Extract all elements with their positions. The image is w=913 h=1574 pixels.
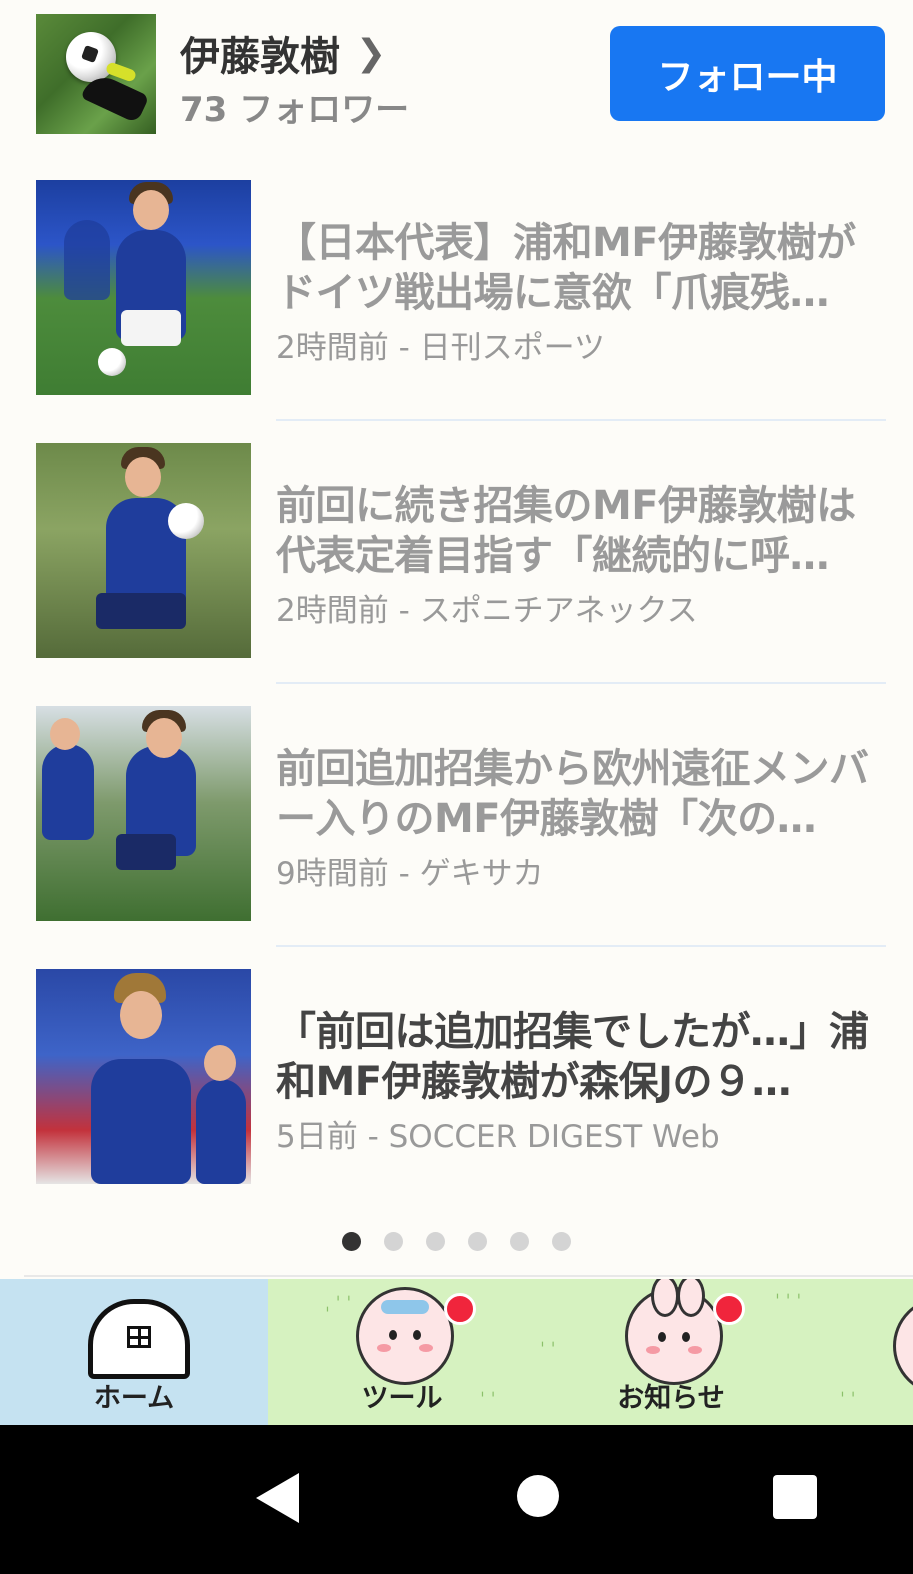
page-dot[interactable] <box>552 1232 571 1251</box>
article-text: 【日本代表】浦和MF伊藤敦樹がドイツ戦出場に意欲「爪痕残… 2時間前 - 日刊ス… <box>276 218 886 367</box>
follower-count: 73 フォロワー <box>180 90 410 130</box>
back-icon[interactable] <box>256 1473 299 1523</box>
notification-badge <box>713 1293 745 1325</box>
topic-name: 伊藤敦樹 <box>180 34 340 80</box>
blush <box>419 1344 433 1352</box>
recent-apps-icon[interactable] <box>773 1475 817 1519</box>
divider <box>276 945 886 947</box>
tab-news-label: お知らせ <box>617 1383 725 1414</box>
blush <box>688 1346 702 1354</box>
player-figure <box>91 1059 191 1184</box>
notification-badge <box>444 1293 476 1325</box>
article-headline: 前回追加招集から欧州遠征メンバー入りのMF伊藤敦樹「次の… <box>276 746 869 842</box>
article-meta: 2時間前 - 日刊スポーツ <box>276 330 605 366</box>
article-thumbnail <box>36 443 251 658</box>
article-meta: 5日前 - SOCCER DIGEST Web <box>276 1119 720 1155</box>
article-thumbnail <box>36 969 251 1184</box>
article-headline: 前回に続き招集のMF伊藤敦樹は代表定着目指す「継続的に呼… <box>276 483 856 579</box>
article-text: 前回に続き招集のMF伊藤敦樹は代表定着目指す「継続的に呼… 2時間前 - スポニ… <box>276 481 886 630</box>
player-head <box>146 718 182 758</box>
player-figure <box>196 1079 246 1184</box>
divider <box>24 1275 913 1277</box>
article-thumbnail <box>36 180 251 395</box>
player-head <box>50 718 80 750</box>
page-dot[interactable] <box>468 1232 487 1251</box>
player-head <box>133 190 169 230</box>
ball-image <box>168 503 204 539</box>
window-icon <box>127 1326 151 1348</box>
soccer-ball-image <box>66 32 116 82</box>
article-headline: 【日本代表】浦和MF伊藤敦樹がドイツ戦出場に意欲「爪痕残… <box>276 220 856 316</box>
tab-news[interactable]: お知らせ <box>537 1279 805 1425</box>
player-head <box>125 457 161 497</box>
cat-character-icon <box>356 1287 454 1385</box>
page-dot[interactable] <box>342 1232 361 1251</box>
player-head <box>120 991 162 1039</box>
player-figure <box>42 744 94 840</box>
blush <box>646 1346 660 1354</box>
article-item[interactable]: 「前回は追加招集でしたが…」浦和MF伊藤敦樹が森保Jの９… 5日前 - SOCC… <box>0 969 913 1232</box>
article-meta: 2時間前 - スポニチアネックス <box>276 593 698 629</box>
follow-button[interactable]: フォロー中 <box>610 26 885 121</box>
topic-name-link[interactable]: 伊藤敦樹 ❯ <box>180 24 386 82</box>
system-nav-bar <box>0 1425 913 1574</box>
chevron-right-icon: ❯ <box>356 32 387 74</box>
ball-image <box>98 348 126 376</box>
page-dot[interactable] <box>426 1232 445 1251</box>
eye <box>389 1330 397 1340</box>
player-shorts <box>96 593 186 629</box>
bottom-tab-bar: ˌ ˈ ˈ ˈ ˈ ˈ ˈ ˈ ˈ ˈ ˈ ˈ ホーム ツール お知らせ <box>0 1279 913 1425</box>
tab-home-label: ホーム <box>93 1383 175 1414</box>
tab-tools[interactable]: ツール <box>268 1279 536 1425</box>
divider <box>276 682 886 684</box>
page-dot[interactable] <box>384 1232 403 1251</box>
player-shorts <box>116 834 176 870</box>
article-item[interactable]: 前回追加招集から欧州遠征メンバー入りのMF伊藤敦樹「次の… 9時間前 - ゲキサ… <box>0 706 913 969</box>
player-head <box>204 1045 236 1081</box>
home-icon <box>88 1299 190 1379</box>
blush <box>377 1344 391 1352</box>
article-meta: 9時間前 - ゲキサカ <box>276 856 544 892</box>
cat-ears <box>381 1300 429 1314</box>
article-item[interactable]: 【日本代表】浦和MF伊藤敦樹がドイツ戦出場に意欲「爪痕残… 2時間前 - 日刊ス… <box>0 180 913 443</box>
eye <box>413 1330 421 1340</box>
article-list: 【日本代表】浦和MF伊藤敦樹がドイツ戦出場に意欲「爪痕残… 2時間前 - 日刊ス… <box>0 180 913 1232</box>
player-figure <box>64 220 110 300</box>
article-text: 「前回は追加招集でしたが…」浦和MF伊藤敦樹が森保Jの９… 5日前 - SOCC… <box>276 1007 886 1156</box>
tab-tools-label: ツール <box>361 1383 443 1414</box>
tab-home[interactable]: ホーム <box>0 1279 268 1425</box>
eye <box>658 1332 666 1342</box>
page-dot[interactable] <box>510 1232 529 1251</box>
grass-decoration: ˈ ˈ <box>840 1389 856 1410</box>
topic-avatar[interactable] <box>36 14 156 134</box>
divider <box>276 419 886 421</box>
article-thumbnail <box>36 706 251 921</box>
article-text: 前回追加招集から欧州遠征メンバー入りのMF伊藤敦樹「次の… 9時間前 - ゲキサ… <box>276 744 886 893</box>
page-indicator <box>0 1232 913 1251</box>
article-headline: 「前回は追加招集でしたが…」浦和MF伊藤敦樹が森保Jの９… <box>276 1009 869 1105</box>
topic-header: 伊藤敦樹 ❯ 73 フォロワー フォロー中 <box>0 0 913 150</box>
next-tab-character-icon[interactable] <box>893 1297 913 1395</box>
article-item[interactable]: 前回に続き招集のMF伊藤敦樹は代表定着目指す「継続的に呼… 2時間前 - スポニ… <box>0 443 913 706</box>
player-shorts <box>121 310 181 346</box>
home-circle-icon[interactable] <box>517 1475 559 1517</box>
eye <box>682 1332 690 1342</box>
